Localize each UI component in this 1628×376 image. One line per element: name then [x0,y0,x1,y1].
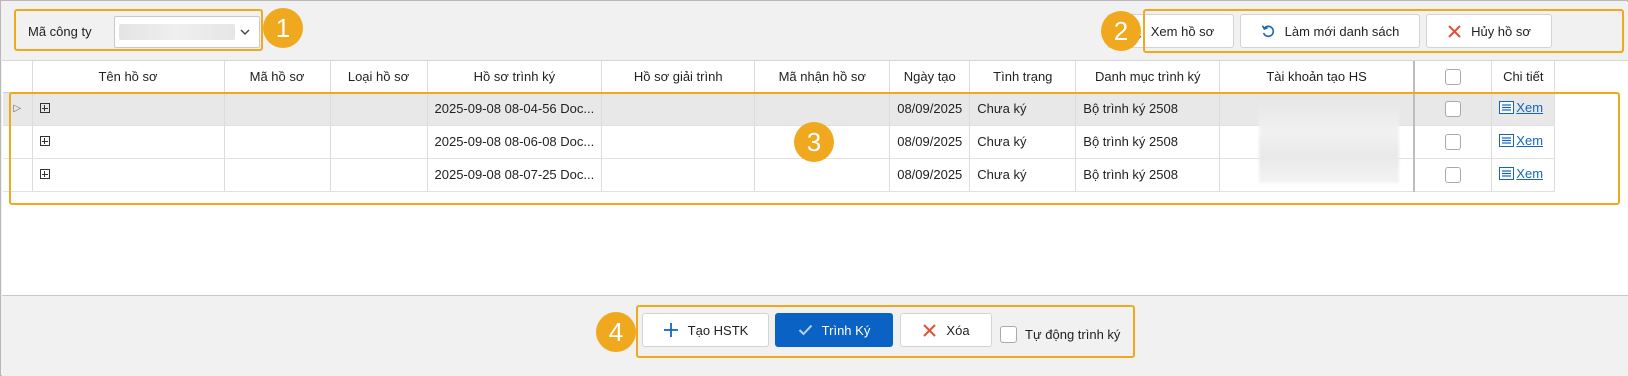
annotation-box-1 [14,9,263,51]
column-header[interactable]: Mã hồ sơ [224,61,331,93]
column-header[interactable]: Tình trạng [969,61,1077,93]
column-header[interactable]: Hồ sơ giải trình [601,61,756,93]
column-header-indicator [3,61,33,93]
column-header[interactable]: Tài khoản tạo HS [1219,61,1415,93]
annotation-badge-4: 4 [596,312,636,352]
column-header[interactable]: Chi tiết [1491,61,1556,93]
select-all-column-header [1412,61,1493,93]
annotation-box-2 [1143,9,1624,53]
column-header[interactable]: Hồ sơ trình ký [427,61,603,93]
column-header[interactable]: Tên hồ sơ [32,61,225,93]
column-header[interactable]: Danh mục trình ký [1075,61,1221,93]
column-header[interactable]: Loại hồ sơ [330,61,428,93]
select-all-checkbox[interactable] [1445,68,1462,85]
annotation-box-4 [636,305,1135,358]
annotation-badge-2: 2 [1101,11,1141,51]
annotation-badge-1: 1 [263,8,303,48]
app-window: Mã công ty Xem hồ sơ Làm mới danh sách H… [0,0,1628,376]
annotation-badge-3: 3 [794,122,834,162]
column-header[interactable]: Ngày tạo [889,61,971,93]
column-header[interactable]: Mã nhận hồ sơ [754,61,891,93]
